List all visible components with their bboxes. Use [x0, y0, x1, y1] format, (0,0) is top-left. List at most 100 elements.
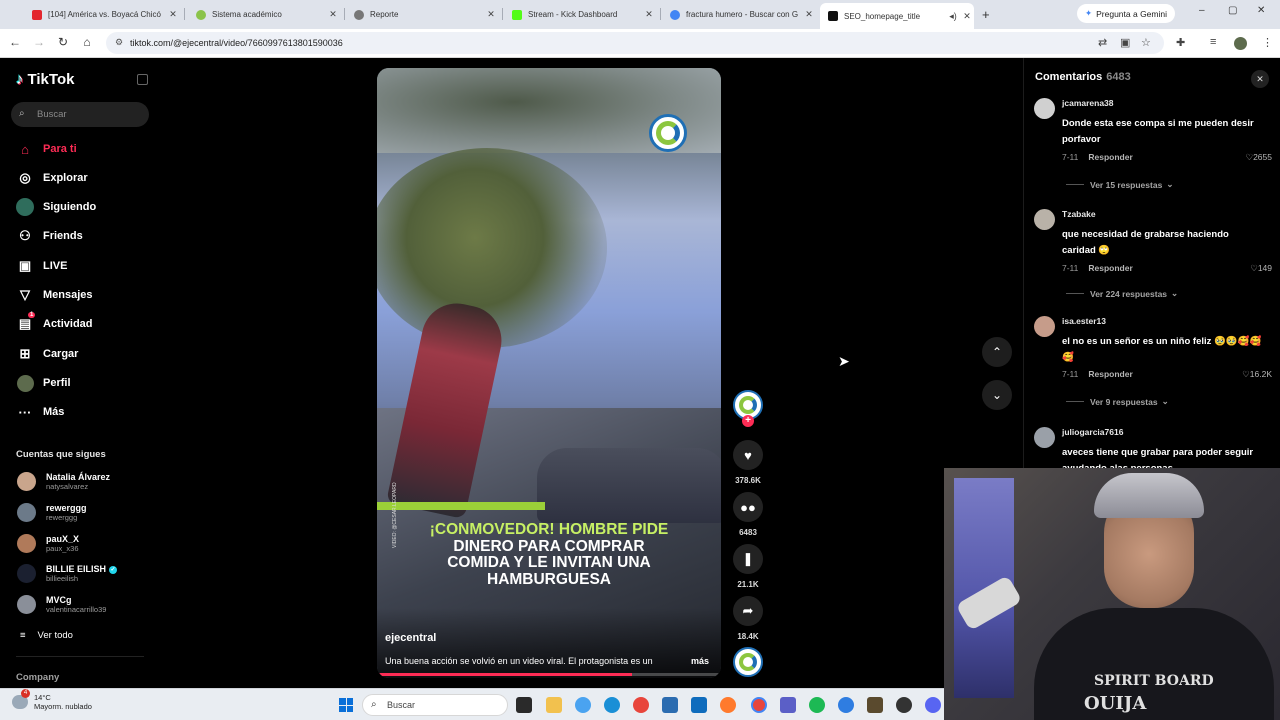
copilot-icon[interactable] [575, 697, 591, 713]
windows-start-icon[interactable] [339, 698, 353, 712]
task-view-icon[interactable] [516, 697, 532, 713]
comment-username[interactable]: isa.ester13 [1062, 316, 1106, 326]
forward-icon[interactable]: → [31, 35, 47, 49]
discord-icon[interactable] [925, 697, 941, 713]
store-icon[interactable] [662, 697, 678, 713]
followed-account[interactable]: MVCg valentinacarrillo39 [17, 595, 106, 614]
followed-account[interactable]: BILLIE EILISH ✓ billieeilish [17, 564, 118, 583]
company-link[interactable]: Company [16, 672, 59, 683]
view-replies-button[interactable]: Ver 224 respuestas ⌄ [1066, 288, 1178, 299]
reply-button[interactable]: Responder [1088, 369, 1132, 379]
home-icon[interactable]: ⌂ [79, 35, 95, 49]
avatar[interactable] [1034, 98, 1055, 119]
more-button[interactable]: más [691, 656, 709, 666]
translate-icon[interactable]: ⇄ [1098, 36, 1107, 49]
back-icon[interactable]: ← [7, 35, 23, 49]
comment-like-button[interactable]: ♡149 [1236, 263, 1272, 274]
nav-item-siguiendo[interactable]: Siguiendo [16, 197, 96, 217]
extensions-icon[interactable]: ✚ [1176, 36, 1185, 49]
close-comments-button[interactable]: ✕ [1251, 70, 1269, 88]
share-button[interactable]: ➦ [733, 596, 763, 626]
close-tab-icon[interactable]: ✕ [960, 11, 974, 22]
speaker-icon[interactable]: ◂) [946, 11, 960, 22]
address-bar[interactable]: ⚙ tiktok.com/@ejecentral/video/766099761… [106, 32, 1164, 54]
bookmark-star-icon[interactable]: ☆ [1141, 36, 1151, 49]
site-info-icon[interactable]: ⚙ [115, 37, 123, 48]
new-tab-button[interactable]: + [978, 4, 998, 25]
teams-icon[interactable] [780, 697, 796, 713]
minimize-button[interactable]: – [1199, 5, 1205, 16]
nav-item-actividad[interactable]: ▤ 1 Actividad [16, 312, 93, 334]
nav-item-mas[interactable]: ··· Más [16, 402, 65, 422]
video-progress-bar[interactable] [377, 673, 721, 676]
close-tab-icon[interactable]: ✕ [326, 9, 340, 20]
comment-like-button[interactable]: ♡2655 [1236, 152, 1272, 163]
app-icon[interactable] [896, 697, 912, 713]
comments-count: 6483 [1106, 71, 1131, 83]
view-replies-button[interactable]: Ver 9 respuestas ⌄ [1066, 396, 1169, 407]
previous-video-button[interactable]: ⌃ [982, 337, 1012, 367]
browser-tab[interactable]: Stream - Kick Dashboard ✕ [504, 4, 656, 25]
close-tab-icon[interactable]: ✕ [484, 9, 498, 20]
comment-username[interactable]: Tzabake [1062, 209, 1096, 219]
browser-tab-active[interactable]: SEO_homepage_title ◂) ✕ [820, 3, 974, 29]
comment-username[interactable]: jcamarena38 [1062, 98, 1114, 108]
gemini-button[interactable]: ✦ Pregunta a Gemini [1077, 4, 1175, 23]
nav-item-friends[interactable]: ⚇ Friends [16, 226, 83, 246]
view-replies-button[interactable]: Ver 15 respuestas ⌄ [1066, 179, 1173, 190]
reply-button[interactable]: Responder [1088, 263, 1132, 273]
comment-button[interactable]: ●● [733, 492, 763, 522]
nav-item-mensajes[interactable]: ▽ Mensajes [16, 285, 93, 305]
like-button[interactable]: ♥ [733, 440, 763, 470]
menu-icon[interactable]: ⋮ [1262, 36, 1273, 49]
reload-icon[interactable]: ↻ [55, 35, 71, 49]
avatar[interactable] [1034, 427, 1055, 448]
comment-like-button[interactable]: ♡16.2K [1236, 369, 1272, 380]
tab-search-icon[interactable]: ≡ [1210, 36, 1216, 48]
tiktok-logo[interactable]: ♪ TikTok [16, 71, 74, 88]
browser-tab[interactable]: Reporte ✕ [346, 4, 498, 25]
cast-icon[interactable]: ▣ [1120, 36, 1130, 49]
chrome-active-icon[interactable] [751, 697, 767, 713]
avatar[interactable] [1034, 316, 1055, 337]
nav-item-explorar[interactable]: ◎ Explorar [16, 168, 87, 188]
next-video-button[interactable]: ⌄ [982, 380, 1012, 410]
video-player[interactable]: ¡CONMOVEDOR! HOMBRE PIDE DINERO PARA COM… [377, 68, 721, 678]
followed-account[interactable]: pauX_X paux_x36 [17, 534, 79, 553]
nav-item-para-ti[interactable]: ⌂ Para ti [16, 139, 77, 159]
app-icon[interactable] [867, 697, 883, 713]
search-input[interactable]: ⌕ Buscar [11, 102, 149, 127]
sound-disc[interactable] [733, 647, 763, 677]
browser-tab[interactable]: fractura humero - Buscar con G ✕ [662, 4, 816, 25]
edge-icon[interactable] [604, 697, 620, 713]
collapse-sidebar-icon[interactable] [137, 74, 148, 85]
browser-tab[interactable]: [104] América vs. Boyacá Chicó ✕ [24, 4, 180, 25]
file-explorer-icon[interactable] [546, 697, 562, 713]
firefox-icon[interactable] [720, 697, 736, 713]
followed-account[interactable]: Natalia Álvarez natysalvarez [17, 472, 110, 491]
spotify-icon[interactable] [809, 697, 825, 713]
followed-account[interactable]: rewerggg rewerggg [17, 503, 87, 522]
close-tab-icon[interactable]: ✕ [166, 9, 180, 20]
maximize-button[interactable]: ▢ [1228, 5, 1237, 16]
follow-plus-icon[interactable]: + [742, 415, 754, 427]
reply-button[interactable]: Responder [1088, 152, 1132, 162]
nav-item-perfil[interactable]: Perfil [16, 373, 71, 393]
avatar[interactable] [1034, 209, 1055, 230]
video-author[interactable]: ejecentral [385, 632, 436, 644]
browser-tab[interactable]: Sistema académico ✕ [188, 4, 340, 25]
see-all-button[interactable]: ≡ Ver todo [20, 630, 73, 641]
close-tab-icon[interactable]: ✕ [642, 9, 656, 20]
app-icon[interactable] [838, 697, 854, 713]
close-tab-icon[interactable]: ✕ [802, 9, 816, 20]
nav-item-live[interactable]: ▣ LIVE [16, 256, 68, 276]
chrome-icon[interactable] [633, 697, 649, 713]
comment-username[interactable]: juliogarcia7616 [1062, 427, 1123, 437]
weather-widget[interactable]: 4 14°C Mayorm. nublado [12, 689, 92, 711]
close-window-button[interactable]: ✕ [1257, 5, 1265, 16]
profile-avatar[interactable] [1234, 37, 1247, 50]
taskbar-search[interactable]: ⌕ Buscar [362, 694, 508, 716]
nav-item-cargar[interactable]: ⊞ Cargar [16, 344, 79, 364]
outlook-icon[interactable] [691, 697, 707, 713]
save-button[interactable]: ❚ [733, 544, 763, 574]
